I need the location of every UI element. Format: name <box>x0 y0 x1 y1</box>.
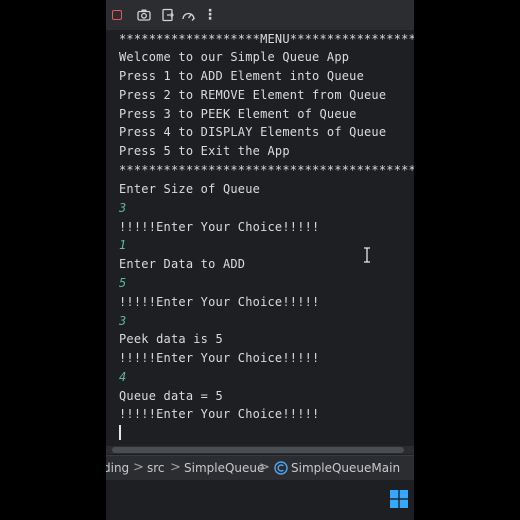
mouse-ibeam-cursor-icon <box>363 247 371 263</box>
console-line: Queue data = 5 <box>119 389 223 403</box>
gauge-icon[interactable] <box>180 7 196 23</box>
breadcrumb-item-package[interactable]: SimpleQueue <box>184 456 264 480</box>
console-line: Press 4 to DISPLAY Elements of Queue <box>119 125 387 139</box>
run-console-output[interactable]: *******************MENU*****************… <box>106 30 414 445</box>
console-input-line: 4 <box>119 370 127 384</box>
console-line: Enter Size of Queue <box>119 182 261 196</box>
camera-icon[interactable] <box>136 7 152 23</box>
horizontal-scrollbar[interactable] <box>106 446 414 454</box>
exit-icon[interactable] <box>160 7 176 23</box>
console-line: Enter Data to ADD <box>119 257 246 271</box>
screen-frame: ⋮ *******************MENU***************… <box>0 0 520 520</box>
console-line: !!!!!Enter Your Choice!!!!! <box>119 295 320 309</box>
console-line: !!!!!Enter Your Choice!!!!! <box>119 407 320 421</box>
ide-window: ⋮ *******************MENU***************… <box>106 0 414 520</box>
console-line: Press 5 to Exit the App <box>119 144 290 158</box>
breadcrumb-item-class[interactable]: SimpleQueueMain <box>291 456 400 480</box>
class-icon <box>274 461 288 475</box>
console-line: Welcome to our Simple Queue App <box>119 50 350 64</box>
breadcrumb-separator: > <box>133 460 144 475</box>
console-line: *******************MENU*****************… <box>119 32 414 46</box>
console-line: ****************************************… <box>119 163 414 177</box>
stop-icon[interactable] <box>109 7 125 23</box>
console-line: Press 1 to ADD Element into Queue <box>119 69 365 83</box>
console-line: !!!!!Enter Your Choice!!!!! <box>119 351 320 365</box>
console-input-line: 3 <box>119 201 127 215</box>
breadcrumb-item-src[interactable]: src <box>147 456 165 480</box>
console-input-line: 5 <box>119 276 127 290</box>
console-line: Peek data is 5 <box>119 332 223 346</box>
breadcrumb-item-project[interactable]: ding <box>106 456 129 480</box>
console-input-line: 3 <box>119 314 127 328</box>
taskbar <box>106 480 414 520</box>
more-icon[interactable]: ⋮ <box>202 7 218 23</box>
console-line: Press 2 to REMOVE Element from Queue <box>119 88 387 102</box>
console-input-line: 1 <box>119 238 127 252</box>
breadcrumb-separator: > <box>259 460 270 475</box>
breadcrumb-separator: > <box>170 460 181 475</box>
scrollbar-thumb[interactable] <box>112 447 404 453</box>
text-caret <box>119 425 121 440</box>
console-line: Press 3 to PEEK Element of Queue <box>119 107 357 121</box>
breadcrumb: ding > src > SimpleQueue > SimpleQueueMa… <box>106 455 414 480</box>
run-toolbar: ⋮ <box>106 0 414 31</box>
console-line: !!!!!Enter Your Choice!!!!! <box>119 220 320 234</box>
windows-logo-icon[interactable] <box>390 490 408 508</box>
